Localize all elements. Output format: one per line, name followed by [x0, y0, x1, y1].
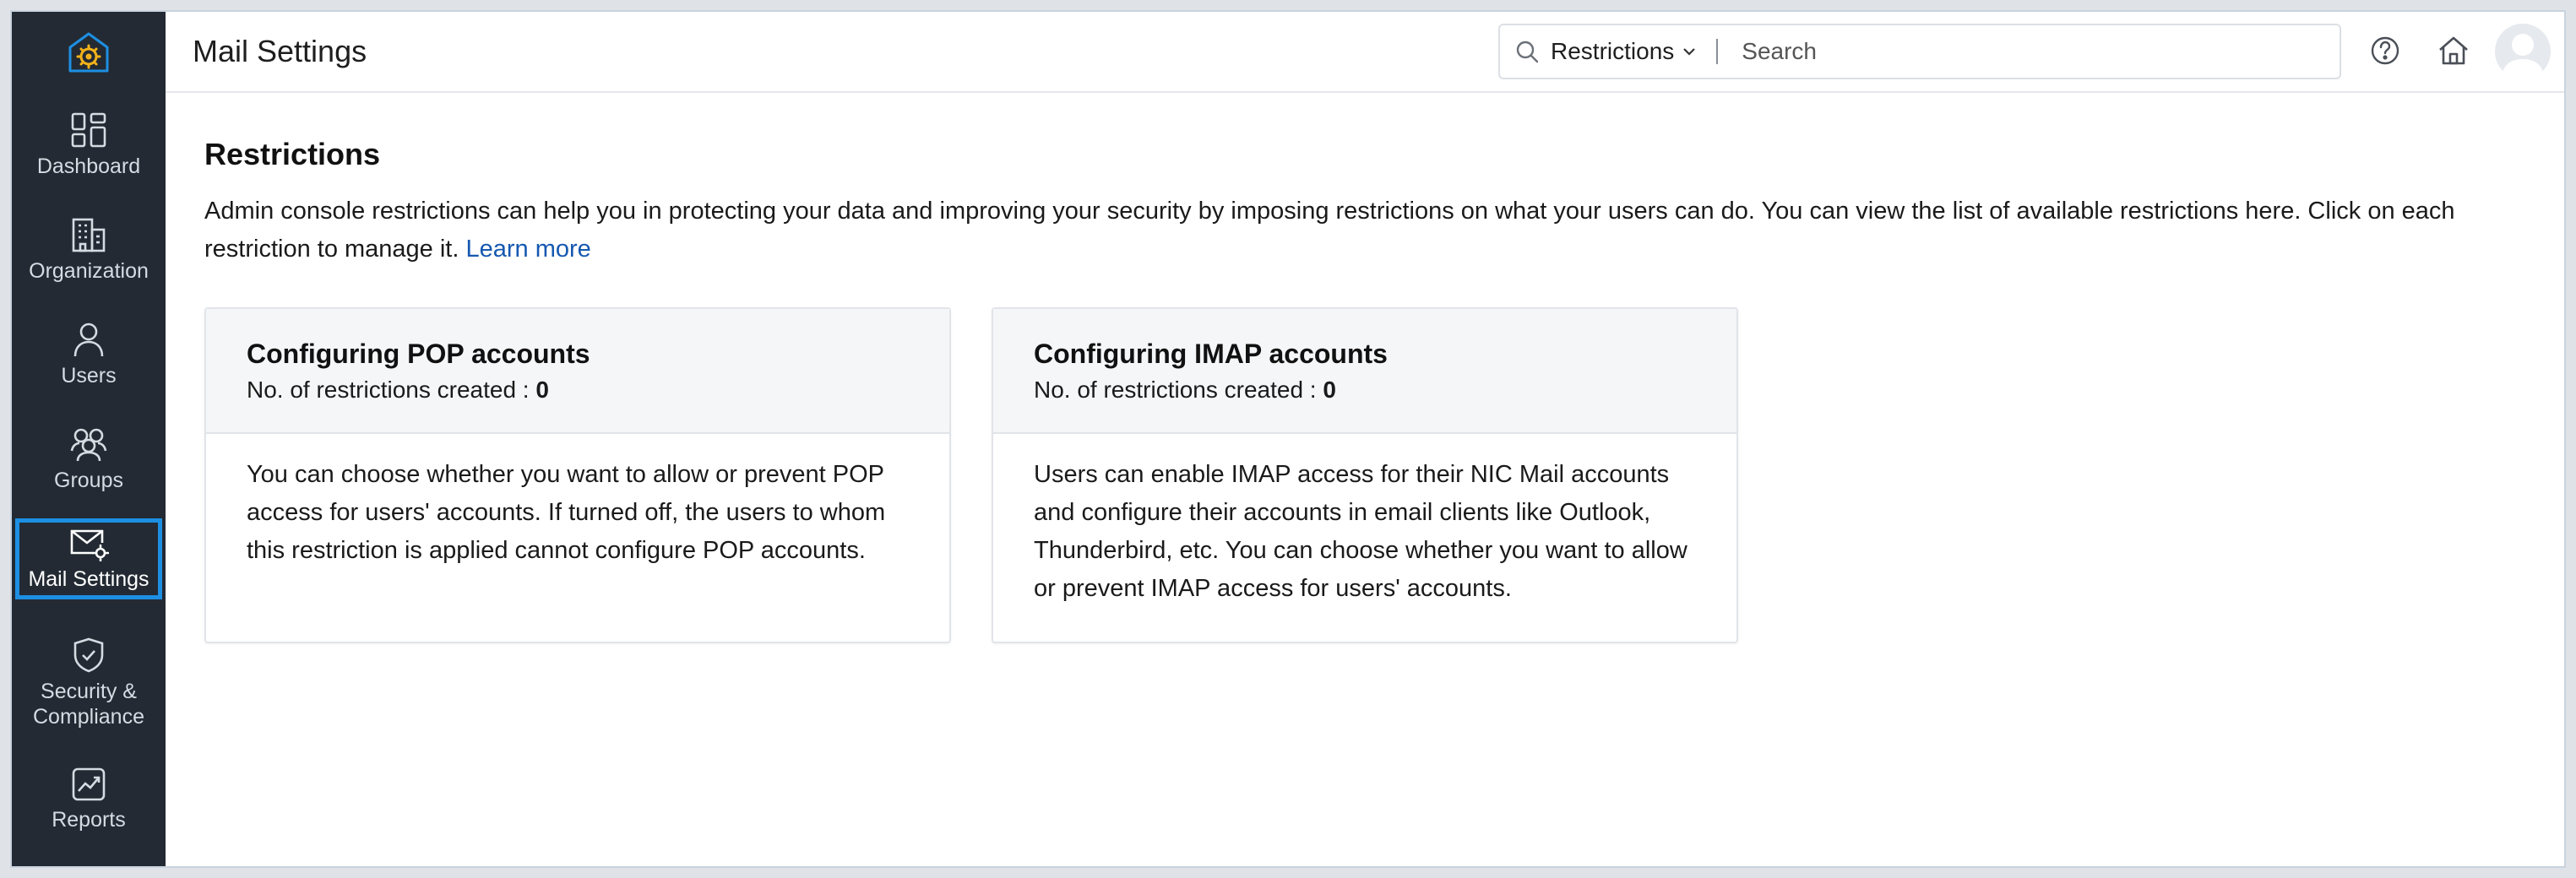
- card-description: You can choose whether you want to allow…: [247, 461, 886, 564]
- sidebar-item-users[interactable]: Users: [12, 321, 166, 388]
- restriction-count: No. of restrictions created : 0: [1034, 377, 1696, 404]
- sidebar-item-dashboard[interactable]: Dashboard: [12, 111, 166, 179]
- sidebar-item-groups[interactable]: Groups: [12, 425, 166, 493]
- app-window: Dashboard Organization Users Groups Mail…: [10, 10, 2566, 868]
- app-logo[interactable]: [12, 12, 166, 93]
- mail-settings-icon: [70, 529, 109, 561]
- page-title: Mail Settings: [193, 34, 367, 68]
- card-header: Configuring IMAP accounts No. of restric…: [993, 309, 1736, 434]
- search-icon[interactable]: [1515, 40, 1539, 63]
- card-description: Users can enable IMAP access for their N…: [1034, 461, 1687, 602]
- avatar[interactable]: [2495, 24, 2551, 79]
- count-value: 0: [1323, 377, 1336, 403]
- user-icon: [73, 322, 104, 357]
- count-label: No. of restrictions created :: [1034, 377, 1317, 403]
- shield-icon: [73, 637, 104, 673]
- chevron-down-icon[interactable]: [1682, 46, 1696, 57]
- sidebar-item-label: Users: [61, 364, 117, 388]
- restrictions-description: Admin console restrictions can help you …: [204, 192, 2527, 268]
- reports-icon: [72, 767, 106, 801]
- home-icon[interactable]: [2437, 35, 2470, 66]
- sidebar-item-security-compliance[interactable]: Security & Compliance: [12, 637, 166, 729]
- search-scope-dropdown[interactable]: Restrictions: [1551, 38, 1674, 65]
- gear-home-logo-icon: [68, 32, 109, 73]
- restriction-card-imap[interactable]: Configuring IMAP accounts No. of restric…: [992, 307, 1738, 643]
- dashboard-icon: [71, 112, 106, 148]
- count-label: No. of restrictions created :: [247, 377, 530, 403]
- sidebar-item-organization[interactable]: Organization: [12, 216, 166, 284]
- groups-icon: [70, 428, 107, 462]
- card-title: Configuring IMAP accounts: [1034, 339, 1388, 369]
- section-title: Restrictions: [204, 137, 381, 171]
- card-title: Configuring POP accounts: [247, 339, 590, 369]
- sidebar-item-label: Dashboard: [36, 154, 141, 178]
- learn-more-link[interactable]: Learn more: [465, 236, 590, 263]
- sidebar-item-label: Reports: [52, 808, 126, 832]
- restriction-count: No. of restrictions created : 0: [247, 377, 909, 404]
- card-header: Configuring POP accounts No. of restrict…: [206, 309, 949, 434]
- sidebar-item-mail-settings[interactable]: Mail Settings: [15, 518, 162, 599]
- main-content: Restrictions Admin console restrictions …: [166, 93, 2564, 866]
- sidebar: Dashboard Organization Users Groups Mail…: [12, 12, 166, 866]
- search-input[interactable]: [1740, 37, 2340, 66]
- search-divider: [1716, 39, 1719, 64]
- help-icon[interactable]: [2370, 35, 2400, 66]
- search-bar[interactable]: Restrictions: [1498, 24, 2341, 79]
- sidebar-item-reports[interactable]: Reports: [12, 767, 166, 832]
- restriction-card-pop[interactable]: Configuring POP accounts No. of restrict…: [204, 307, 951, 643]
- top-header: Mail Settings Restrictions: [166, 12, 2564, 93]
- user-avatar-icon: [2502, 34, 2544, 79]
- sidebar-item-label: Groups: [54, 469, 123, 492]
- sidebar-item-label: Organization: [29, 259, 149, 283]
- sidebar-item-label-line2: Compliance: [32, 705, 144, 729]
- count-value: 0: [535, 377, 549, 403]
- building-icon: [72, 218, 106, 252]
- sidebar-item-label: Mail Settings: [28, 567, 149, 591]
- sidebar-item-label: Security &: [41, 680, 137, 703]
